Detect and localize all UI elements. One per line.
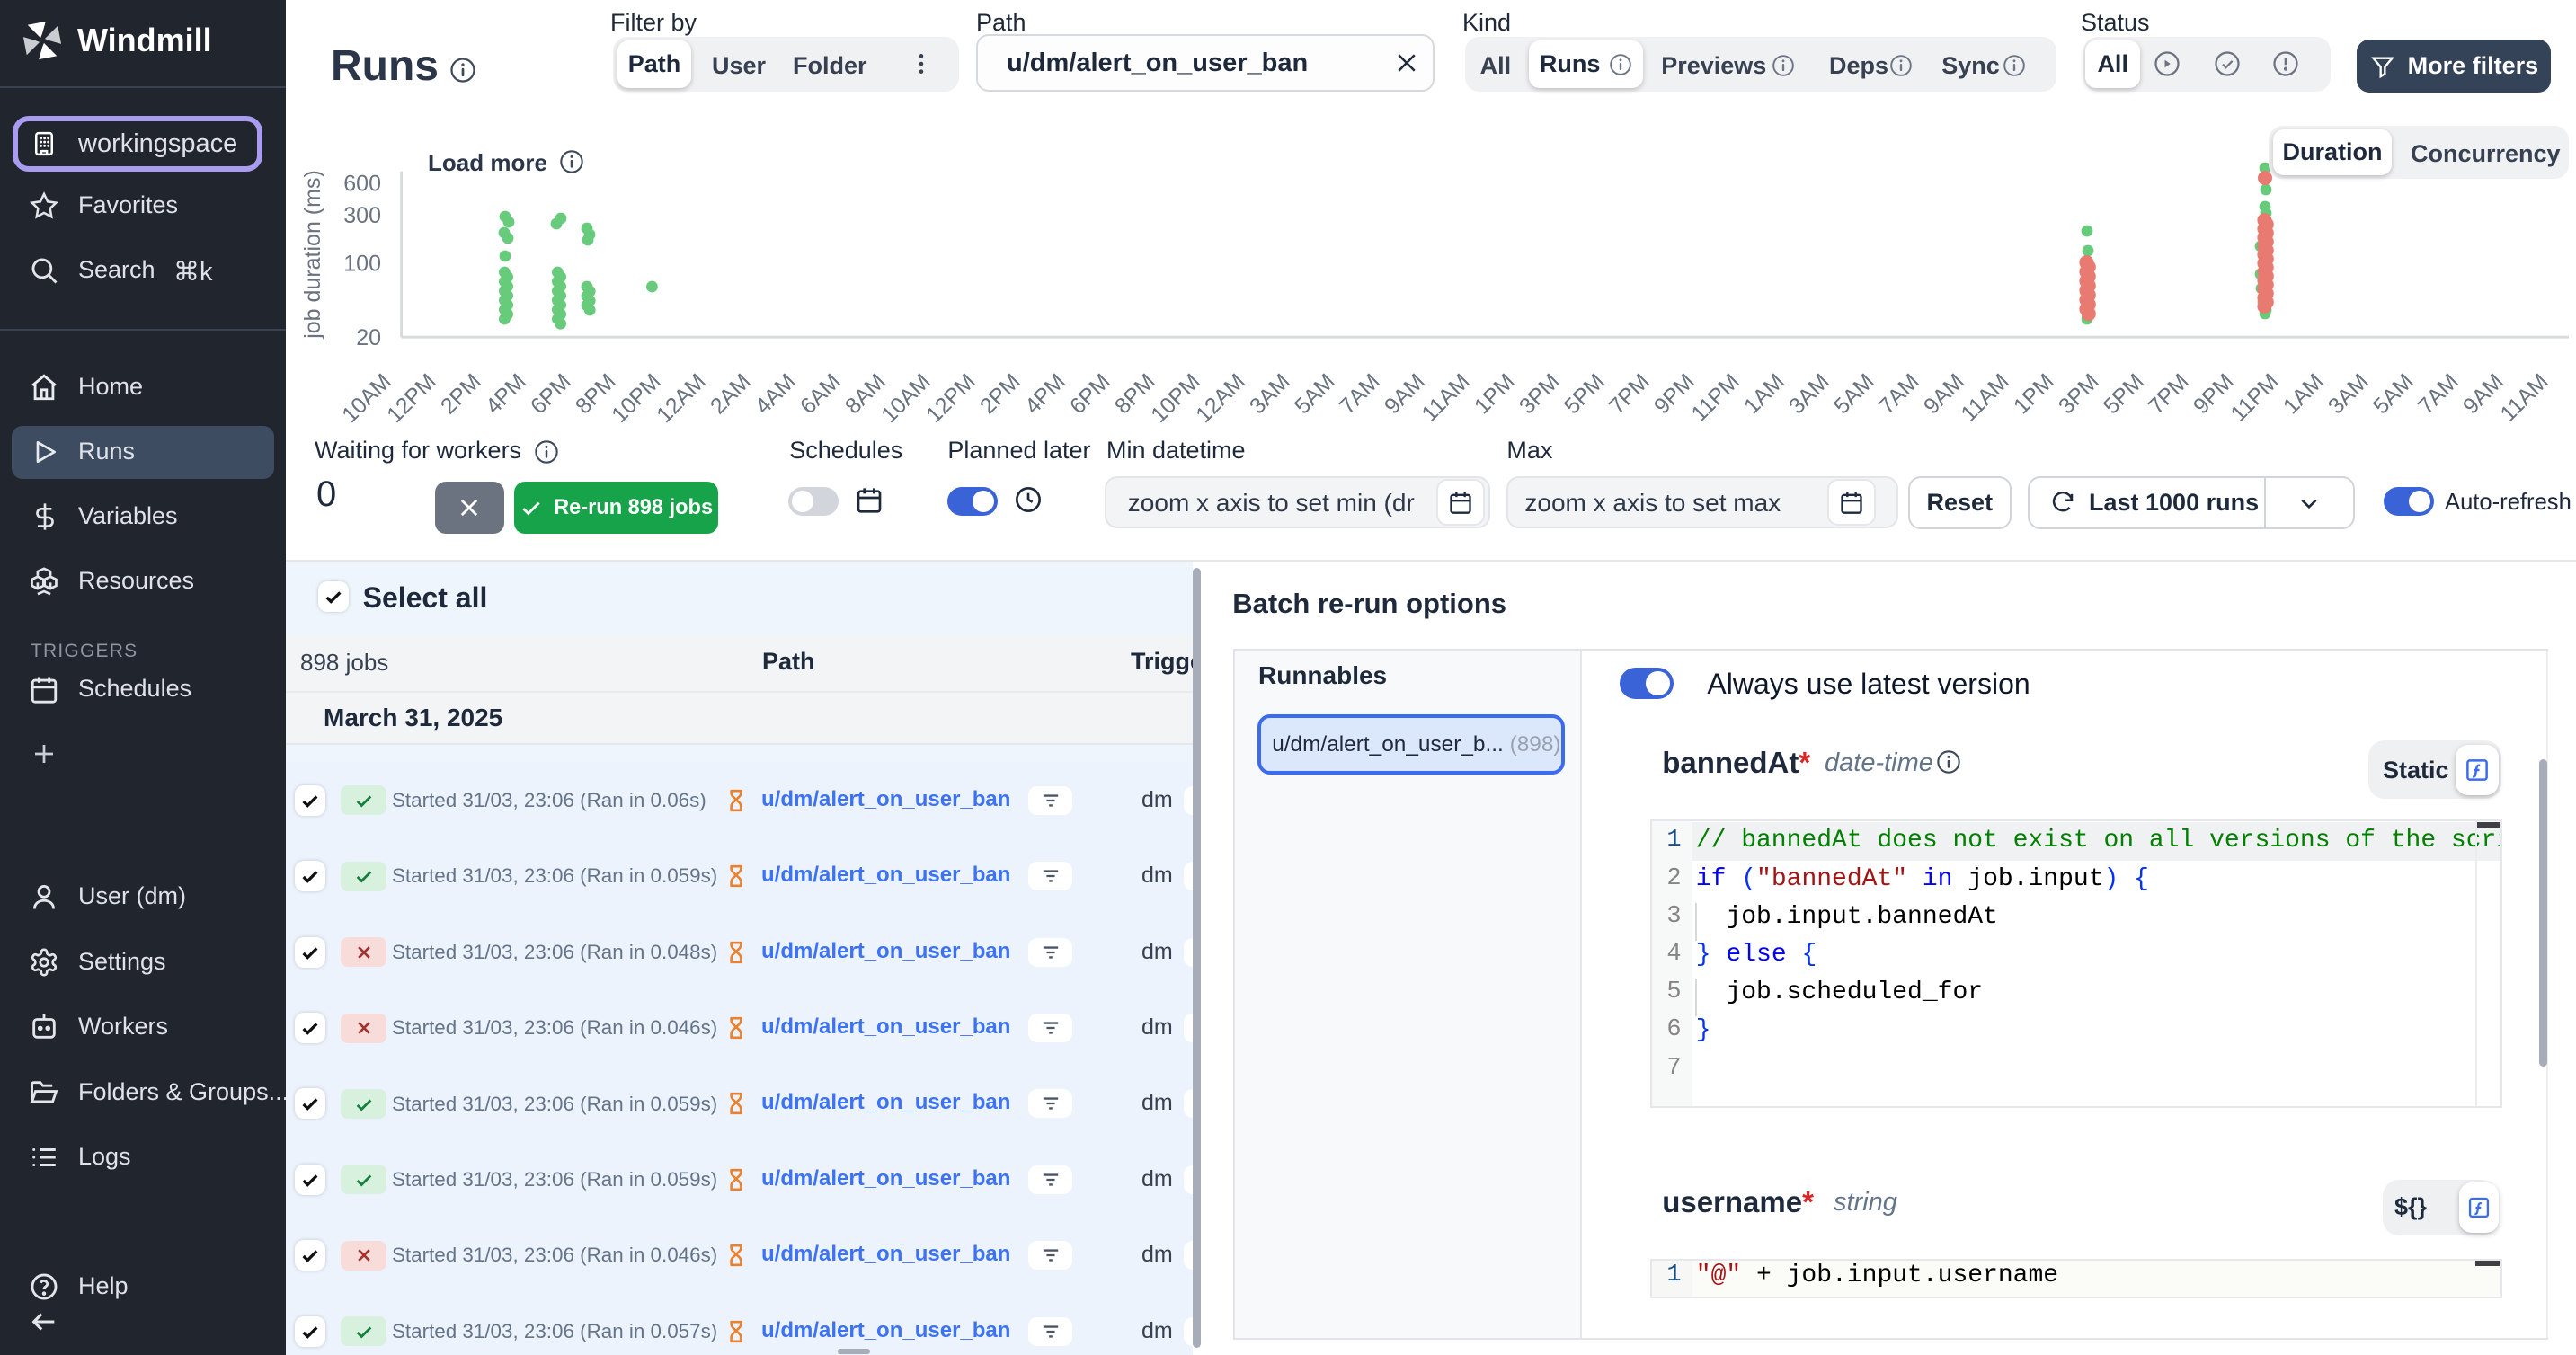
svg-text:5AM: 5AM [1829, 369, 1879, 419]
svg-text:12PM: 12PM [922, 369, 981, 428]
svg-text:10AM: 10AM [338, 369, 396, 428]
svg-text:3AM: 3AM [1784, 369, 1834, 419]
svg-text:5PM: 5PM [2099, 369, 2148, 419]
svg-text:10AM: 10AM [877, 369, 936, 428]
svg-text:1AM: 1AM [1739, 369, 1789, 419]
svg-text:12PM: 12PM [383, 369, 441, 428]
svg-text:5AM: 5AM [2368, 369, 2418, 419]
svg-text:6PM: 6PM [526, 369, 575, 419]
svg-text:6AM: 6AM [795, 369, 845, 419]
svg-text:2AM: 2AM [706, 369, 755, 419]
svg-text:7AM: 7AM [2413, 369, 2463, 419]
svg-text:10PM: 10PM [1147, 369, 1205, 428]
svg-text:2PM: 2PM [436, 369, 485, 419]
svg-text:12AM: 12AM [1192, 369, 1250, 428]
svg-text:7AM: 7AM [1335, 369, 1384, 419]
svg-text:11AM: 11AM [2496, 369, 2554, 427]
svg-text:7PM: 7PM [2144, 369, 2193, 419]
svg-text:11AM: 11AM [1957, 369, 2014, 427]
svg-text:7AM: 7AM [1874, 369, 1923, 419]
svg-text:10PM: 10PM [608, 369, 666, 428]
svg-text:7PM: 7PM [1604, 369, 1654, 419]
svg-text:3AM: 3AM [1245, 369, 1294, 419]
svg-text:100: 100 [343, 251, 381, 276]
svg-text:4PM: 4PM [481, 369, 530, 419]
svg-text:6PM: 6PM [1065, 369, 1115, 419]
svg-text:3PM: 3PM [2054, 369, 2103, 419]
svg-text:4PM: 4PM [1020, 369, 1070, 419]
svg-text:5PM: 5PM [1559, 369, 1609, 419]
svg-text:11PM: 11PM [2226, 369, 2284, 427]
svg-text:5AM: 5AM [1290, 369, 1339, 419]
svg-text:20: 20 [356, 325, 381, 350]
svg-text:300: 300 [343, 203, 381, 228]
svg-text:11PM: 11PM [1687, 369, 1745, 427]
svg-text:2PM: 2PM [975, 369, 1025, 419]
svg-text:4AM: 4AM [751, 369, 800, 419]
svg-text:1PM: 1PM [2009, 369, 2058, 419]
svg-text:3AM: 3AM [2323, 369, 2373, 419]
svg-text:1AM: 1AM [2278, 369, 2328, 419]
svg-text:job duration (ms): job duration (ms) [300, 170, 325, 340]
svg-text:3PM: 3PM [1515, 369, 1564, 419]
svg-text:600: 600 [343, 172, 381, 197]
svg-text:1PM: 1PM [1470, 369, 1519, 419]
svg-text:12AM: 12AM [653, 369, 711, 428]
svg-text:11AM: 11AM [1417, 369, 1475, 427]
